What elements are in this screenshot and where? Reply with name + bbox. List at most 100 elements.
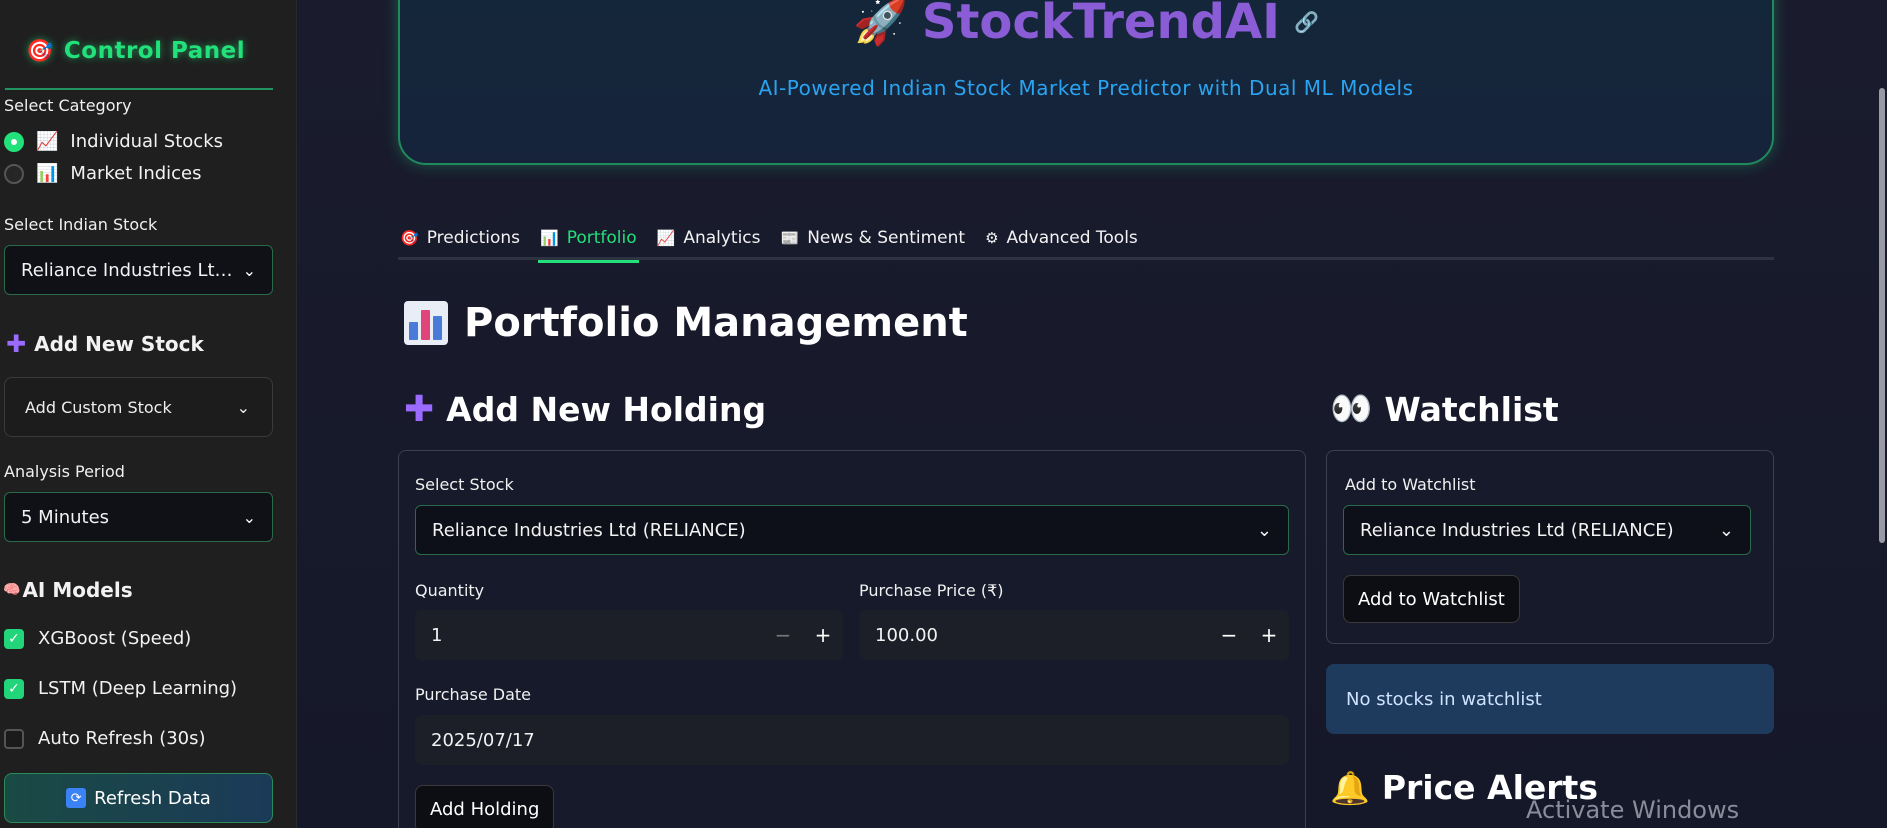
radio-label: Market Indices [70, 163, 202, 184]
quantity-value[interactable]: 1 [431, 625, 442, 646]
stock-select-value: Reliance Industries Lt… [21, 259, 233, 281]
purchase-date-value[interactable]: 2025/07/17 [431, 730, 535, 751]
period-select-value: 5 Minutes [21, 506, 110, 528]
checkbox-xgboost[interactable]: ✓ XGBoost (Speed) [4, 628, 191, 649]
bell-icon: 🔔 [1330, 768, 1370, 807]
watchlist-heading-text: Watchlist [1384, 389, 1559, 429]
chart-up-icon: 📈 [656, 229, 676, 247]
tab-label: News & Sentiment [807, 228, 966, 248]
tab-label: Analytics [683, 228, 761, 248]
newspaper-icon: 📰 [780, 229, 800, 247]
info-text: No stocks in watchlist [1346, 688, 1542, 710]
add-to-watchlist-button[interactable]: Add to Watchlist [1343, 575, 1520, 623]
plus-icon[interactable]: + [803, 610, 843, 660]
price-label: Purchase Price (₹) [859, 581, 1004, 600]
brain-icon: 🧠 [3, 582, 21, 598]
chart-up-icon: 📈 [36, 131, 59, 152]
watchlist-form: Add to Watchlist Reliance Industries Ltd… [1326, 450, 1774, 644]
bar-chart-icon [404, 301, 448, 345]
radio-button[interactable] [4, 131, 24, 152]
page-title: Portfolio Management [404, 300, 968, 346]
stock-select[interactable]: Reliance Industries Lt… ⌄ [4, 245, 273, 295]
app-title: StockTrendAI [921, 0, 1280, 50]
plus-icon: ✚ [6, 330, 27, 358]
checkbox[interactable] [4, 728, 24, 749]
watchlist-heading: 👀 Watchlist [1330, 389, 1559, 429]
watchlist-stock-value: Reliance Industries Ltd (RELIANCE) [1360, 519, 1674, 541]
sidebar-title: 🎯 Control Panel [26, 38, 245, 64]
radio-button[interactable] [4, 163, 24, 184]
target-icon: 🎯 [26, 38, 54, 64]
scrollbar[interactable] [1879, 88, 1885, 543]
tab-news-sentiment[interactable]: 📰 News & Sentiment [779, 216, 968, 260]
checkbox-label: Auto Refresh (30s) [38, 728, 206, 749]
price-stepper[interactable]: 100.00 − + [859, 610, 1289, 660]
period-label: Analysis Period [4, 462, 125, 481]
add-holding-button[interactable]: Add Holding [415, 785, 555, 828]
add-holding-heading-text: Add New Holding [446, 390, 767, 429]
add-holding-heading: ✚ Add New Holding [404, 389, 766, 430]
chevron-down-icon: ⌄ [1718, 519, 1734, 541]
category-label: Select Category [4, 96, 132, 115]
target-icon: 🎯 [400, 229, 419, 247]
purchase-date-input[interactable]: 2025/07/17 [415, 715, 1289, 765]
chevron-down-icon: ⌄ [236, 397, 250, 417]
tab-predictions[interactable]: 🎯 Predictions [398, 216, 522, 260]
sidebar-divider [5, 88, 273, 90]
refresh-icon: ⟳ [66, 788, 87, 808]
radio-market-indices[interactable]: 📊 Market Indices [4, 163, 202, 184]
add-stock-heading: ✚ Add New Stock [6, 330, 204, 358]
link-icon[interactable]: 🔗 [1294, 10, 1319, 34]
checkbox-label: LSTM (Deep Learning) [38, 678, 238, 699]
plus-icon: ✚ [404, 389, 435, 430]
expander-label: Add Custom Stock [25, 397, 172, 417]
tab-advanced-tools[interactable]: ⚙ Advanced Tools [983, 216, 1140, 260]
watchlist-empty-message: No stocks in watchlist [1326, 664, 1774, 734]
windows-activation-watermark: Activate Windows [1526, 796, 1740, 824]
holding-stock-value: Reliance Industries Ltd (RELIANCE) [432, 519, 746, 541]
bar-chart-icon: 📊 [36, 163, 59, 184]
minus-icon[interactable]: − [1209, 610, 1249, 660]
checkbox-auto-refresh[interactable]: Auto Refresh (30s) [4, 728, 206, 749]
chevron-down-icon: ⌄ [242, 507, 256, 527]
tab-label: Advanced Tools [1006, 228, 1138, 248]
quantity-stepper[interactable]: 1 − + [415, 610, 843, 660]
tab-label: Predictions [426, 228, 520, 248]
tab-portfolio[interactable]: 📊 Portfolio [538, 216, 639, 263]
sidebar-title-text: Control Panel [63, 38, 246, 64]
chevron-down-icon: ⌄ [1256, 519, 1272, 541]
refresh-data-button[interactable]: ⟳ Refresh Data [4, 773, 273, 823]
date-label: Purchase Date [415, 685, 531, 704]
minus-icon[interactable]: − [763, 610, 803, 660]
add-custom-stock-expander[interactable]: Add Custom Stock ⌄ [4, 377, 273, 437]
gear-icon: ⚙ [985, 229, 999, 247]
radio-label: Individual Stocks [70, 131, 223, 152]
stock-select-label: Select Indian Stock [4, 215, 158, 234]
main-content: 🚀 StockTrendAI 🔗 AI-Powered Indian Stock… [298, 0, 1887, 828]
checkbox[interactable]: ✓ [4, 678, 24, 699]
chevron-down-icon: ⌄ [242, 260, 256, 280]
tab-analytics[interactable]: 📈 Analytics [655, 216, 763, 260]
add-holding-form: Select Stock Reliance Industries Ltd (RE… [398, 450, 1306, 828]
watchlist-stock-select[interactable]: Reliance Industries Ltd (RELIANCE) ⌄ [1343, 505, 1751, 555]
price-value[interactable]: 100.00 [875, 625, 938, 646]
tab-bar: 🎯 Predictions 📊 Portfolio 📈 Analytics 📰 … [398, 216, 1774, 263]
hero-title: 🚀 StockTrendAI 🔗 [400, 0, 1772, 50]
tab-label: Portfolio [566, 228, 637, 248]
page-title-text: Portfolio Management [464, 300, 968, 346]
quantity-label: Quantity [415, 581, 485, 600]
ai-models-heading-text: AI Models [22, 578, 133, 602]
add-stock-heading-text: Add New Stock [34, 332, 204, 356]
checkbox[interactable]: ✓ [4, 628, 24, 649]
sidebar: 🎯 Control Panel Select Category 📈 Indivi… [0, 0, 297, 828]
eyes-icon: 👀 [1330, 389, 1373, 429]
hero-subtitle: AI-Powered Indian Stock Market Predictor… [758, 76, 1414, 100]
period-select[interactable]: 5 Minutes ⌄ [4, 492, 273, 542]
checkbox-lstm[interactable]: ✓ LSTM (Deep Learning) [4, 678, 237, 699]
bar-chart-icon: 📊 [540, 229, 559, 247]
hero-banner: 🚀 StockTrendAI 🔗 AI-Powered Indian Stock… [398, 0, 1774, 165]
radio-individual-stocks[interactable]: 📈 Individual Stocks [4, 131, 223, 152]
plus-icon[interactable]: + [1249, 610, 1289, 660]
holding-stock-select[interactable]: Reliance Industries Ltd (RELIANCE) ⌄ [415, 505, 1289, 555]
rocket-icon: 🚀 [853, 0, 908, 48]
